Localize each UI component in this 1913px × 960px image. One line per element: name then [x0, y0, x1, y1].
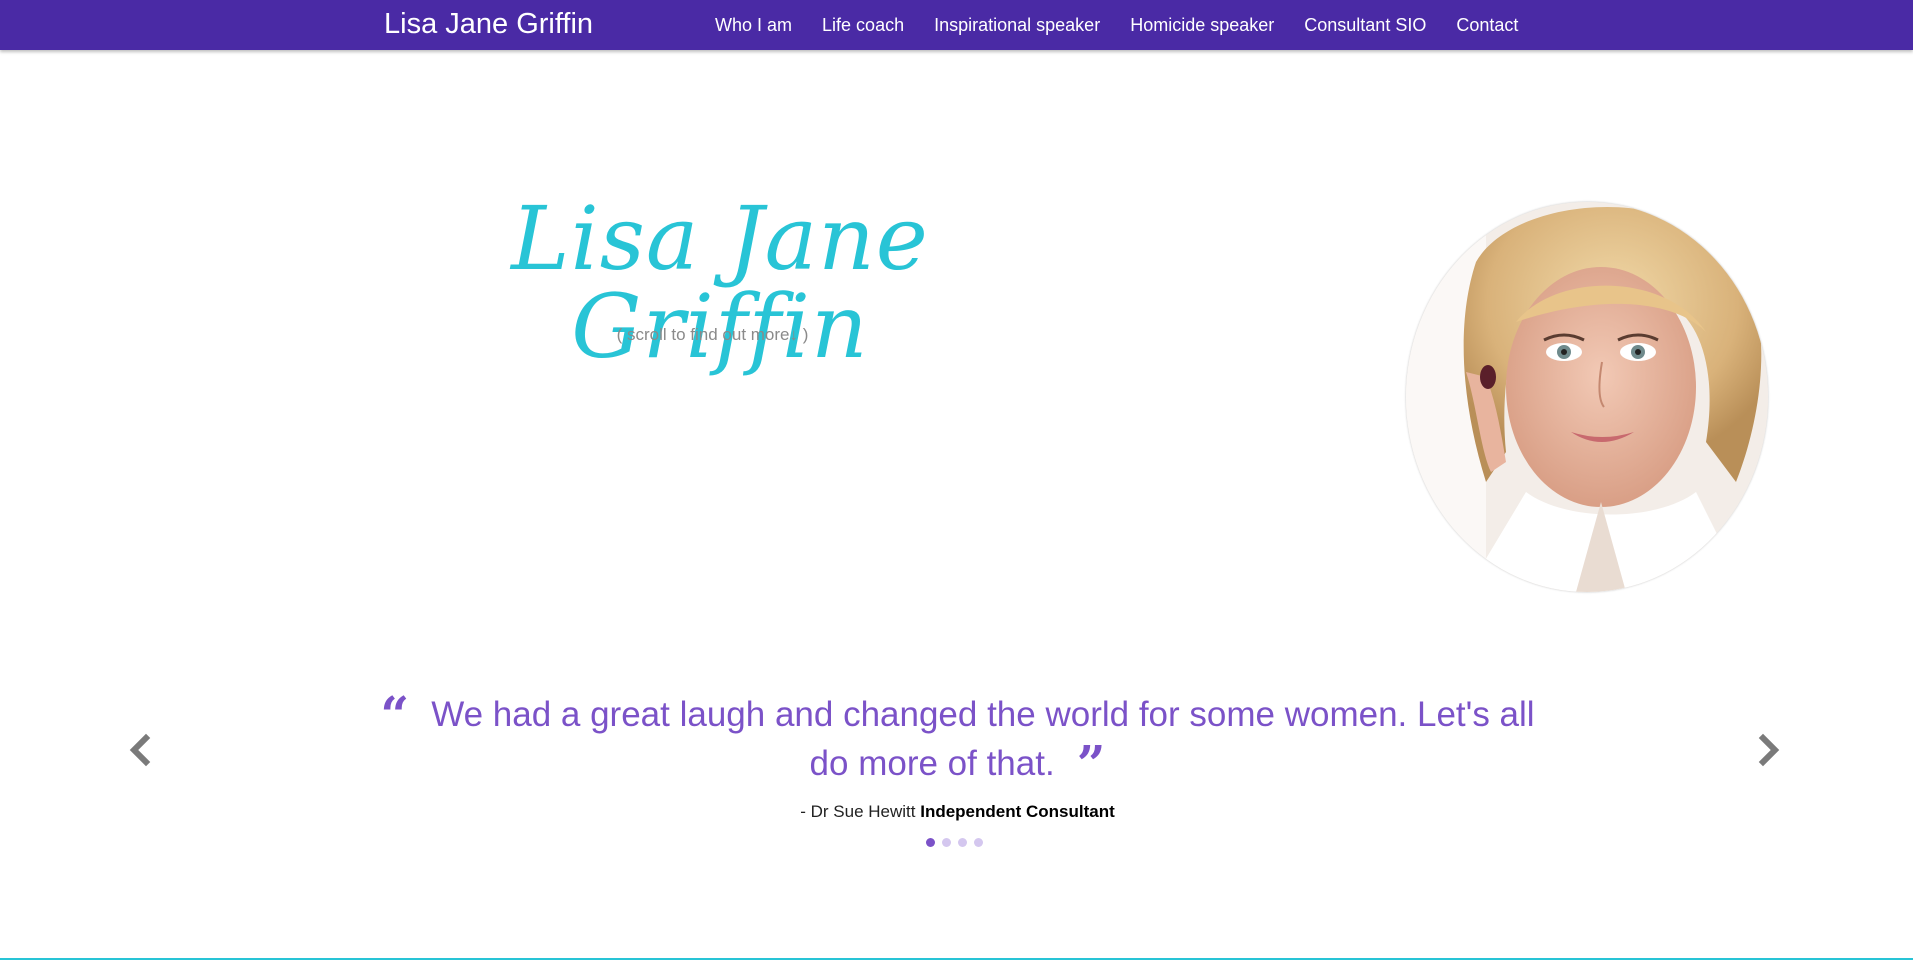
brand-link[interactable]: Lisa Jane Griffin — [384, 8, 593, 41]
scroll-hint[interactable]: ( scroll to find out more↓ ) — [560, 325, 865, 345]
carousel-dot-1[interactable] — [926, 838, 935, 847]
open-quote-icon: “ — [380, 685, 410, 744]
nav-menu: Who I am Life coach Inspirational speake… — [700, 0, 1533, 50]
nav-item-inspirational-speaker[interactable]: Inspirational speaker — [919, 15, 1115, 36]
nav-item-consultant-sio[interactable]: Consultant SIO — [1289, 15, 1441, 36]
testimonial-quote-block: “ We had a great laugh and changed the wo… — [370, 685, 1545, 793]
testimonial-role: Independent Consultant — [920, 802, 1115, 821]
nav-item-contact[interactable]: Contact — [1441, 15, 1533, 36]
carousel-indicators — [926, 838, 983, 847]
close-quote-icon: ” — [1076, 734, 1106, 793]
carousel-dot-3[interactable] — [958, 838, 967, 847]
testimonial-author: - Dr Sue Hewitt — [800, 802, 916, 821]
portrait-illustration — [1406, 202, 1768, 592]
nav-item-life-coach[interactable]: Life coach — [807, 15, 919, 36]
testimonial-attribution: - Dr Sue Hewitt Independent Consultant — [700, 802, 1215, 822]
carousel-next-icon[interactable] — [1755, 732, 1785, 768]
carousel-dot-2[interactable] — [942, 838, 951, 847]
nav-item-homicide-speaker[interactable]: Homicide speaker — [1115, 15, 1289, 36]
profile-photo — [1406, 202, 1768, 592]
top-navbar: Lisa Jane Griffin Who I am Life coach In… — [0, 0, 1913, 50]
nav-item-who-i-am[interactable]: Who I am — [700, 15, 807, 36]
carousel-prev-icon[interactable] — [124, 732, 154, 768]
carousel-dot-4[interactable] — [974, 838, 983, 847]
testimonial-quote: We had a great laugh and changed the wor… — [431, 695, 1535, 783]
